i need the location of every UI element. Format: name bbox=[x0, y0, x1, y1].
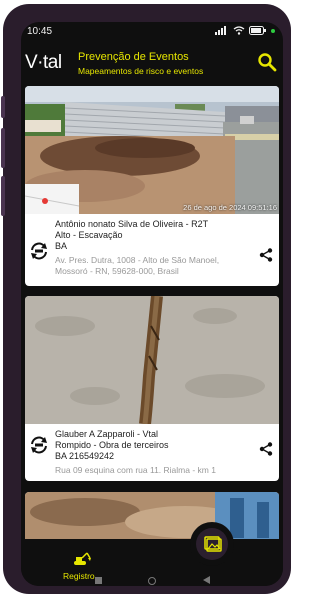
reporter-name: Antônio nonato Silva de Oliveira - R2T bbox=[55, 219, 209, 229]
back-icon[interactable] bbox=[203, 576, 210, 584]
excavation-photo bbox=[25, 86, 279, 214]
status-icons bbox=[215, 26, 275, 35]
app-subtitle: Mapeamentos de risco e eventos bbox=[78, 66, 204, 76]
status-bar: 10:45 bbox=[21, 22, 283, 42]
event-card[interactable]: Glauber A Zapparoli - Vtal Rompido - Obr… bbox=[25, 296, 279, 481]
phone-frame: 10:45 V·tal Prevenção de Eventos Mapeame… bbox=[1, 4, 291, 594]
event-card[interactable]: 26 de ago de 2024 09:51:16 Antônio nonat… bbox=[25, 86, 279, 286]
phone-button bbox=[1, 128, 5, 168]
event-feed[interactable]: 26 de ago de 2024 09:51:16 Antônio nonat… bbox=[21, 84, 283, 539]
app-title: Prevenção de Eventos bbox=[78, 51, 189, 63]
signal-icon bbox=[215, 26, 226, 35]
gallery-button-inner bbox=[196, 528, 228, 560]
event-state: BA bbox=[55, 241, 68, 251]
vtal-logo: V·tal bbox=[25, 52, 62, 73]
event-photo[interactable]: 26 de ago de 2024 09:51:16 bbox=[25, 86, 279, 214]
image-gallery-icon bbox=[204, 536, 222, 552]
app-bar: V·tal Prevenção de Eventos Mapeamentos d… bbox=[21, 44, 283, 82]
event-type: Rompido - Obra de terceiros bbox=[55, 440, 169, 450]
photo-timestamp: 26 de ago de 2024 09:51:16 bbox=[183, 203, 277, 212]
event-card[interactable] bbox=[25, 492, 279, 539]
sync-status-icon bbox=[31, 242, 47, 260]
excavator-icon[interactable] bbox=[73, 552, 91, 566]
indicator-dot-icon bbox=[271, 28, 275, 33]
event-address: Av. Pres. Dutra, 1008 - Alto de São Mano… bbox=[55, 255, 220, 265]
home-icon[interactable] bbox=[148, 577, 156, 585]
phone-button bbox=[1, 96, 5, 118]
search-icon[interactable] bbox=[257, 52, 277, 72]
event-state: BA 216549242 bbox=[55, 451, 115, 461]
event-info[interactable]: Glauber A Zapparoli - Vtal Rompido - Obr… bbox=[25, 424, 279, 481]
event-photo[interactable] bbox=[25, 492, 279, 539]
recents-icon[interactable] bbox=[95, 577, 102, 584]
event-address-2: Mossoró - RN, 59628-000, Brasil bbox=[55, 266, 179, 276]
cable-photo bbox=[25, 296, 279, 425]
event-photo[interactable] bbox=[25, 296, 279, 425]
gallery-button[interactable] bbox=[190, 522, 234, 566]
screen: 10:45 V·tal Prevenção de Eventos Mapeame… bbox=[21, 22, 283, 586]
sync-status-icon bbox=[31, 436, 47, 454]
event-type: Alto - Escavação bbox=[55, 230, 123, 240]
share-icon[interactable] bbox=[259, 248, 273, 262]
battery-icon bbox=[249, 26, 266, 35]
wifi-icon bbox=[233, 26, 245, 35]
reporter-name: Glauber A Zapparoli - Vtal bbox=[55, 429, 159, 439]
status-time: 10:45 bbox=[27, 26, 53, 37]
event-info[interactable]: Antônio nonato Silva de Oliveira - R2T A… bbox=[25, 214, 279, 286]
phone-button bbox=[1, 176, 5, 216]
event-address: Rua 09 esquina com rua 11. Rialma - km 1 bbox=[55, 465, 216, 475]
share-icon[interactable] bbox=[259, 442, 273, 456]
system-nav-bar bbox=[21, 574, 283, 586]
